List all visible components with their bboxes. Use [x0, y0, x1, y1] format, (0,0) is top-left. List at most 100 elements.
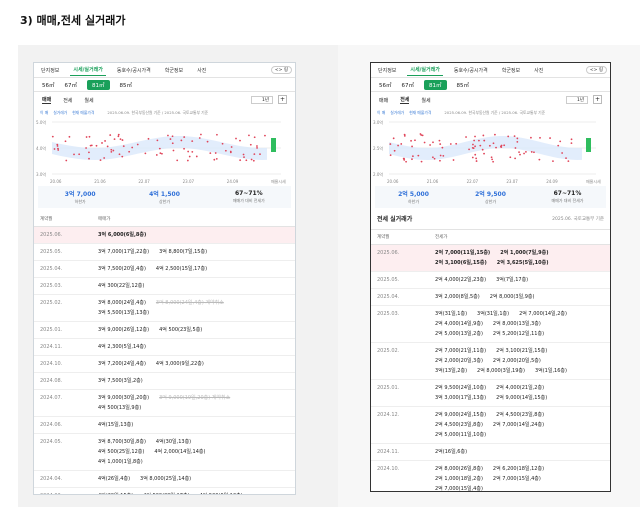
tab-0[interactable]: 단지정보: [375, 65, 399, 76]
size-tab-2[interactable]: 81㎡: [87, 79, 110, 90]
x-tick-label: 매물시세: [271, 178, 286, 184]
deal-point: [478, 139, 480, 142]
y-tick-label: 3.0억: [36, 171, 46, 177]
deal-point: [180, 139, 183, 142]
deal-point: [389, 154, 392, 157]
tab-4[interactable]: 사진: [194, 65, 209, 76]
deal-type-tab-2[interactable]: 월세: [84, 97, 93, 104]
deal-point: [200, 133, 202, 136]
row-deals: 2억 9,000(24일,15층) 2억 4,500(23일,8층) 2억 4,50…: [435, 410, 604, 440]
deal-point: [167, 134, 169, 137]
deal-point: [64, 140, 67, 143]
tab-2[interactable]: 동호수/공시가격: [114, 65, 154, 76]
deal-point: [525, 150, 527, 153]
main-tabs: 단지정보 시세/실거래가 동호수/공시가격 학군정보 사진 <> 링: [34, 63, 295, 78]
deal-point: [465, 136, 467, 138]
deal-point: [215, 157, 218, 160]
size-tab-1[interactable]: 67㎡: [65, 81, 78, 89]
deal-type-tabs: 매매 전세 월세 1년 +: [34, 92, 295, 108]
share-button[interactable]: <> 링: [270, 66, 292, 74]
deal-point: [68, 135, 71, 138]
deal-point: [492, 160, 495, 163]
deal-entry: 3억 3,000(17일,13층): [435, 395, 487, 401]
deal-point: [198, 137, 201, 139]
row-month: 2025.02.: [377, 348, 400, 354]
tab-1[interactable]: 시세/실거래가: [407, 64, 443, 76]
row-month: 2025.04.: [377, 294, 400, 300]
size-tab-0[interactable]: 56㎡: [42, 81, 55, 89]
tab-3[interactable]: 학군정보: [162, 65, 186, 76]
deal-entry: 2억 4,000(22일,23층): [435, 277, 487, 283]
deal-entry: 2억 9,000(14일,15층): [496, 395, 548, 401]
deal-line: 3억 9,000(30일,20층) 3억 9,000(19일,20층) 계약취소 4…: [98, 393, 289, 413]
stat-2: 67~71% 매매가 대비 전세가: [207, 190, 291, 204]
tab-0[interactable]: 단지정보: [38, 65, 62, 76]
period-select[interactable]: 1년: [565, 96, 588, 104]
deal-point: [248, 134, 250, 137]
deal-line: 2억 4,000(22일,23층) 3억(7일,17층): [435, 275, 604, 285]
row-month: 2024.03.: [40, 491, 98, 494]
deal-point: [253, 136, 256, 139]
deal-entry: 3억(31일,1층): [477, 311, 510, 317]
deal-line: 4억(29일,15층) 4억 500(29일,17층) 4억 500(6일,12층): [98, 491, 289, 494]
x-tick-label: 22.07: [138, 179, 150, 184]
row-deals: 4억 2,300(5일,14층): [98, 342, 289, 352]
deal-entry: 2억 4,500(23일,8층): [435, 422, 483, 428]
deal-point: [438, 139, 441, 142]
deal-line: 4억 500(25일,12층) 4억 2,000(14일,14층): [98, 447, 289, 457]
deal-type-tab-2[interactable]: 월세: [421, 97, 430, 104]
row-deals: 4억(26일,4층) 3억 8,000(25일,14층): [98, 474, 289, 484]
deal-point: [455, 142, 458, 145]
deal-point: [503, 144, 506, 147]
zoom-in-button[interactable]: +: [593, 95, 602, 104]
row-deals: 3억 8,000(24일,4층) 3억 8,000(24일,4층) 계약취소 3억 …: [98, 298, 289, 318]
table-row: 2025.05. 2억 4,000(22일,23층) 3억(7일,17층): [371, 272, 610, 289]
y-tick-label: 2.5억: [373, 145, 383, 151]
deal-line: 3억 8,000(24일,4층) 3억 8,000(24일,4층) 계약취소 3억 …: [98, 298, 289, 318]
deal-entry: 2억 7,000(21일,11층): [435, 348, 487, 354]
table-row: 2025.01. 2억 9,500(24일,10층) 2억 4,000(21일,2층…: [371, 380, 610, 407]
size-tab-2[interactable]: 81㎡: [424, 79, 447, 90]
deal-entry: 3억 7,500(20일,4층): [98, 266, 146, 272]
x-tick-label: 21.06: [94, 179, 106, 184]
size-tab-3[interactable]: 85㎡: [457, 81, 470, 89]
deal-entry: 2억 5,200(12일,11층): [492, 331, 545, 337]
period-select[interactable]: 1년: [250, 96, 273, 104]
row-deals: 3억 7,200(24일,4층) 4억 3,000(9일,22층): [98, 359, 289, 369]
deal-line: 2억 7,000(15일,4층): [435, 484, 604, 491]
table-row: 2024.11. 4억 2,300(5일,14층): [34, 339, 295, 356]
deal-entry: 3억(31일,1층): [435, 311, 468, 317]
deal-point: [56, 145, 59, 147]
deal-point: [483, 152, 485, 155]
deal-type-tab-0[interactable]: 매매: [42, 96, 52, 104]
table-header: 계약월 매매가: [34, 212, 295, 227]
zoom-in-button[interactable]: +: [278, 95, 287, 104]
deal-entry: 2억 7,000(11일,15층): [435, 250, 491, 256]
deal-point: [169, 138, 172, 140]
deal-point: [95, 144, 98, 147]
tab-4[interactable]: 사진: [531, 65, 546, 76]
deal-point: [117, 133, 120, 136]
deal-point: [229, 151, 232, 154]
stat-2: 67~71% 매매가 대비 전세가: [529, 190, 606, 204]
size-tab-0[interactable]: 56㎡: [379, 81, 392, 89]
size-tab-1[interactable]: 67㎡: [402, 81, 415, 89]
tab-2[interactable]: 동호수/공시가격: [451, 65, 491, 76]
deal-line: 3억 8,700(30일,8층) 4억(30일,13층): [98, 437, 289, 447]
stat-0: 3억 7,000 하한가: [38, 189, 122, 205]
share-button[interactable]: <> 링: [585, 66, 607, 74]
deal-entry: 2억 1,000(7일,9층): [500, 250, 549, 256]
size-tab-3[interactable]: 85㎡: [120, 81, 133, 89]
tab-1[interactable]: 시세/실거래가: [70, 64, 106, 76]
deal-type-tab-0[interactable]: 매매: [379, 97, 388, 104]
deal-point: [249, 143, 252, 146]
row-month: 2025.03.: [377, 311, 400, 317]
deal-point: [144, 152, 147, 155]
tab-3[interactable]: 학군정보: [499, 65, 523, 76]
deal-point: [410, 139, 412, 142]
page-heading: 3) 매매,전세 실거래가: [20, 14, 126, 27]
deal-point: [417, 154, 420, 157]
deal-type-tab-1[interactable]: 전세: [400, 96, 410, 104]
deal-entry: 3억 8,000(25일,14층): [140, 476, 192, 482]
deal-type-tab-1[interactable]: 전세: [63, 97, 72, 104]
